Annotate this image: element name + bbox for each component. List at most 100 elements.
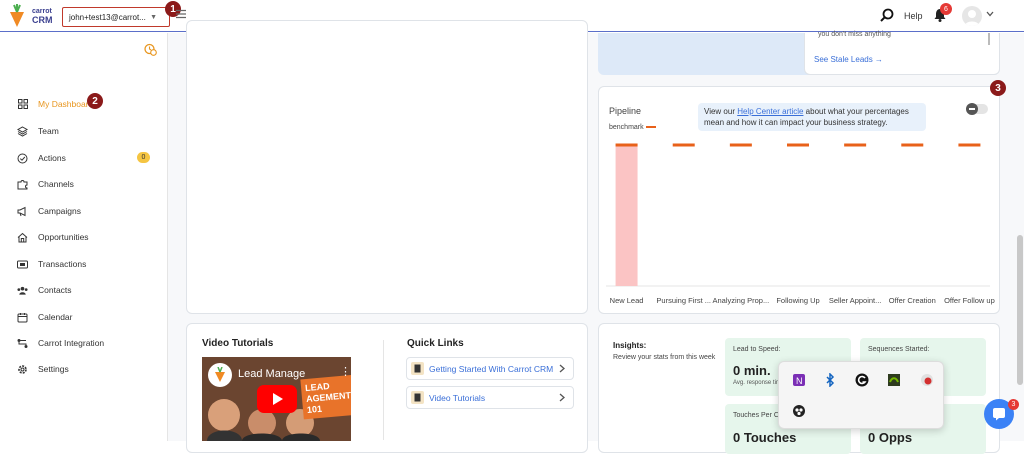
benchmark-toggle[interactable] [966,103,988,115]
see-stale-leads-link[interactable]: See Stale Leads → [814,55,883,64]
annotation-marker-3: 3 [990,80,1006,96]
help-center-tip: View our Help Center article about what … [698,103,926,131]
video-banner: LEAD AGEMENT 101 [300,374,351,420]
integration-icon [17,338,28,349]
stat-value: 0 min. [733,363,771,378]
stale-leads-panel [804,33,1000,75]
caret-down-icon: ▼ [150,14,157,21]
onenote-icon[interactable]: N [791,372,807,388]
sidebar-item-label: My Dashboard [38,99,94,109]
play-button[interactable] [257,385,297,413]
carrot-channel-icon [208,363,232,387]
video-tutorials-title: Video Tutorials [202,338,274,349]
chevron-right-icon [559,393,565,402]
quick-links-title: Quick Links [407,338,464,349]
app-tray-icon[interactable] [791,403,807,419]
category-tick-label: Following Up [776,296,819,305]
benchmark-legend-swatch [646,126,656,128]
book-icon [411,362,424,375]
sidebar-item-channels[interactable]: Channels [17,177,74,191]
sidebar-item-label: Channels [38,179,74,189]
pipeline-chart: New Lead Pursuing First ... Analyzing Prop… [606,143,995,305]
stat-label: Sequences Started: [868,346,930,353]
quick-link-video-tutorials[interactable]: Video Tutorials [406,386,574,409]
carrot-crm-logo[interactable]: carrot CRM [6,4,53,28]
dashboard-icon [17,99,28,110]
book-icon [411,391,424,404]
sidebar-item-label: Settings [38,364,69,374]
chevron-right-icon [559,364,565,373]
page-scrollbar[interactable] [1017,235,1023,385]
history-icon[interactable] [144,43,157,56]
category-tick-label: Offer Creation [889,296,936,305]
video-thumbnail[interactable]: LEAD AGEMENT 101 Lead Manage ⋮ [202,357,351,441]
category-tick-label: Analyzing Prop... [713,296,770,305]
sidebar-item-calendar[interactable]: Calendar [17,310,73,324]
gear-icon [17,364,28,375]
sidebar-item-contacts[interactable]: Contacts [17,283,72,297]
sidebar-item-label: Contacts [38,285,72,295]
search-icon[interactable] [880,8,894,22]
pipeline-bar[interactable] [615,144,638,286]
more-options-icon[interactable]: ⋮ [340,365,351,378]
stale-leads-text: you don't miss anything [818,31,891,38]
stale-scrollbar[interactable] [988,33,990,45]
category-tick-label: Offer Follow up [944,296,995,305]
insights-title: Insights: [613,341,647,350]
sidebar-item-transactions[interactable]: Transactions [17,257,86,271]
sidebar-item-opportunities[interactable]: Opportunities [17,230,89,244]
puzzle-icon [17,179,28,190]
check-circle-icon [17,153,28,164]
sidebar-item-settings[interactable]: Settings [17,362,69,376]
stat-value: 0 Opps [868,430,913,445]
help-center-article-link[interactable]: Help Center article [737,107,803,116]
nvidia-icon[interactable] [886,372,902,388]
category-tick-label: Seller Appoint... [829,296,882,305]
quick-link-getting-started[interactable]: Getting Started With Carrot CRM [406,357,574,380]
quick-link-label: Video Tutorials [429,392,486,403]
quick-link-label: Getting Started With Carrot CRM [429,363,554,374]
stat-sub: Avg. response tim [733,380,781,386]
insights-subtitle: Review your stats from this week [613,354,716,361]
grammarly-icon[interactable] [854,372,870,388]
sidebar-item-label: Actions [38,153,66,163]
home-icon [17,232,28,243]
bluetooth-icon[interactable] [822,372,838,388]
sidebar-item-label: Team [38,126,59,136]
sidebar-item-label: Campaigns [38,206,81,216]
calendar-icon [17,312,28,323]
notification-count-badge: 6 [940,3,952,15]
dashboard-card [186,20,588,314]
sidebar-item-label: Transactions [38,259,87,269]
svg-text:N: N [796,376,803,386]
sidebar-item-label: Opportunities [38,232,89,242]
help-link[interactable]: Help [904,11,923,21]
sidebar-item-label: Calendar [38,312,73,322]
stat-value: 0 Touches [733,430,797,445]
user-avatar-icon [965,10,979,26]
category-tick-label: Pursuing First ... [656,296,711,305]
megaphone-icon [17,206,28,217]
play-icon [273,393,283,405]
sidebar-item-team[interactable]: Team [17,124,59,138]
video-title: Lead Manage [238,368,306,380]
sidebar-item-campaigns[interactable]: Campaigns [17,204,81,218]
sidebar-item-actions[interactable]: Actions [17,151,66,165]
pipeline-title: Pipeline [609,106,642,116]
sidebar-item-my-dashboard[interactable]: My Dashboard [17,97,93,111]
tip-text-before: View our [704,107,738,116]
actions-count-badge: 0 [137,152,150,163]
chat-icon [993,408,1005,421]
chevron-down-icon[interactable] [986,11,994,17]
stat-label: Lead to Speed: [733,346,781,353]
avatar[interactable] [962,6,982,26]
system-tray-popup: N [778,361,944,429]
menu-toggle-icon[interactable] [176,9,186,19]
contacts-icon [17,285,28,296]
sidebar-item-carrot-integration[interactable]: Carrot Integration [17,336,104,350]
category-tick-label: New Lead [610,296,644,305]
security-app-icon[interactable] [919,372,935,388]
account-selector[interactable]: john+test13@carrot... ▼ [62,7,170,27]
carrot-logo-icon [10,4,24,27]
account-email: john+test13@carrot... [69,12,146,22]
